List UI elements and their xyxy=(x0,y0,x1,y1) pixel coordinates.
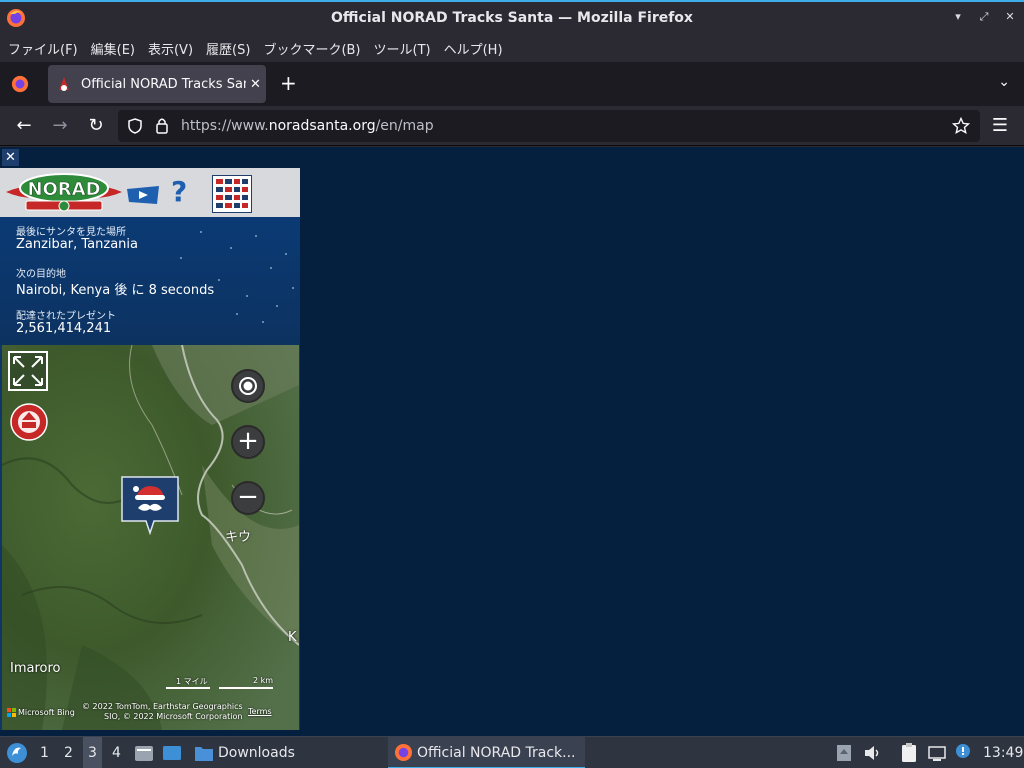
santa-location-marker[interactable] xyxy=(120,475,180,535)
copyright-line-1: © 2022 TomTom, Earthstar Geographics xyxy=(82,702,243,711)
star-icon[interactable] xyxy=(952,117,970,135)
help-icon[interactable]: ? xyxy=(171,175,187,208)
expand-icon xyxy=(13,356,43,386)
satellite-map[interactable]: + − キウ Imaroro K 1 マイル 2 km Microsoft Bi… xyxy=(2,345,299,730)
scale-miles: 1 マイル xyxy=(176,677,208,686)
back-button[interactable]: ← xyxy=(12,114,36,138)
taskbar-window-title: Official NORAD Track... xyxy=(417,745,576,761)
santa-status-info: 最後にサンタを見た場所 Zanzibar, Tanzania 次の目的地 Nai… xyxy=(0,217,300,345)
norad-logo[interactable]: NORAD xyxy=(4,170,124,214)
folder-icon[interactable] xyxy=(194,744,214,762)
forward-button[interactable]: → xyxy=(48,114,72,138)
new-tab-button[interactable]: + xyxy=(280,72,297,94)
reload-button[interactable]: ↻ xyxy=(84,114,108,138)
place-label-imaroro: Imaroro xyxy=(10,661,61,676)
zoom-in-button[interactable]: + xyxy=(231,425,265,459)
taskbar-active-window[interactable]: Official NORAD Track... xyxy=(388,737,585,768)
minimize-button[interactable]: ▾ xyxy=(952,10,964,24)
menu-bookmarks[interactable]: ブックマーク(B) xyxy=(263,39,360,58)
clipboard-tray-icon[interactable] xyxy=(836,744,852,762)
downloads-launcher[interactable]: Downloads xyxy=(218,737,295,768)
next-stop-label: 次の目的地 xyxy=(16,269,66,280)
place-label-kiu: キウ xyxy=(225,530,252,545)
panel-header: NORAD ? xyxy=(0,168,300,217)
santa-tracker-badge-icon[interactable] xyxy=(10,403,48,441)
maximize-button[interactable]: ⤢ xyxy=(978,10,990,24)
chevron-down-icon[interactable]: ⌄ xyxy=(998,74,1010,90)
games-grid-icon[interactable] xyxy=(212,175,252,213)
firefox-icon xyxy=(7,9,25,27)
presents-value: 2,561,414,241 xyxy=(16,321,112,336)
clock[interactable]: 13:49 xyxy=(983,737,1023,768)
menu-view[interactable]: 表示(V) xyxy=(148,39,193,58)
navigation-bar: ← → ↻ https://www.noradsanta.org/en/map … xyxy=(0,106,1024,146)
lock-icon[interactable] xyxy=(155,117,169,134)
copyright-line-2: SIO, © 2022 Microsoft Corporation xyxy=(104,712,243,721)
last-seen-value: Zanzibar, Tanzania xyxy=(16,237,138,252)
close-panel-button[interactable]: ✕ xyxy=(2,149,19,166)
shield-icon[interactable] xyxy=(128,118,142,134)
menu-help[interactable]: ヘルプ(H) xyxy=(444,39,503,58)
tab-norad[interactable]: Official NORAD Tracks Santa ✕ xyxy=(48,65,266,103)
file-manager-icon[interactable] xyxy=(134,743,154,763)
show-desktop-icon[interactable] xyxy=(162,743,182,763)
tab-close-icon[interactable]: ✕ xyxy=(250,77,261,92)
menu-file[interactable]: ファイル(F) xyxy=(8,39,78,58)
hamburger-menu-icon[interactable]: ☰ xyxy=(988,114,1012,138)
firefox-icon xyxy=(394,743,413,762)
menu-bar: ファイル(F) 編集(E) 表示(V) 履歴(S) ブックマーク(B) ツール(… xyxy=(0,34,1024,62)
scale-bar-km xyxy=(219,687,273,689)
workspace-2[interactable]: 2 xyxy=(64,737,73,768)
tracker-panel: NORAD ? 最後にサンタを見た場所 Zanzibar, Tanzania 次… xyxy=(0,168,300,730)
workspace-3[interactable]: 3 xyxy=(83,737,102,768)
tab-strip: Official NORAD Tracks Santa ✕ + ⌄ xyxy=(0,62,1024,106)
fullscreen-button[interactable] xyxy=(8,351,48,391)
url-bar[interactable]: https://www.noradsanta.org/en/map xyxy=(118,110,980,142)
workspace-4[interactable]: 4 xyxy=(112,737,121,768)
microsoft-logo-icon xyxy=(7,708,16,717)
firefox-view-icon[interactable] xyxy=(11,75,29,93)
volume-icon[interactable] xyxy=(864,745,882,761)
menu-tools[interactable]: ツール(T) xyxy=(374,39,431,58)
update-notification-icon[interactable] xyxy=(954,743,972,761)
network-icon[interactable] xyxy=(928,744,946,762)
next-stop-value: Nairobi, Kenya 後 に 8 seconds xyxy=(16,283,215,298)
santa-favicon-icon xyxy=(59,77,69,91)
window-titlebar: Official NORAD Tracks Santa — Mozilla Fi… xyxy=(0,0,1024,34)
scale-km: 2 km xyxy=(253,676,274,685)
close-window-button[interactable]: ✕ xyxy=(1004,10,1016,24)
bing-attribution[interactable]: Microsoft Bing xyxy=(7,708,75,717)
page-content: ✕ NORAD ? 最後にサンタを見た場所 Zanzibar, Tanzania… xyxy=(0,147,1024,736)
zoom-out-button[interactable]: − xyxy=(231,481,265,515)
taskbar: 1 2 3 4 Downloads Official NORAD Track..… xyxy=(0,736,1024,768)
url-text[interactable]: https://www.noradsanta.org/en/map xyxy=(181,118,434,134)
place-label-k: K xyxy=(288,630,297,645)
menu-edit[interactable]: 編集(E) xyxy=(91,39,135,58)
video-play-icon[interactable] xyxy=(126,186,160,204)
workspace-1[interactable]: 1 xyxy=(40,737,49,768)
window-title: Official NORAD Tracks Santa — Mozilla Fi… xyxy=(331,10,693,26)
menu-history[interactable]: 履歴(S) xyxy=(206,39,250,58)
last-seen-label: 最後にサンタを見た場所 xyxy=(16,227,126,238)
terms-link[interactable]: Terms xyxy=(248,707,272,716)
notes-tray-icon[interactable] xyxy=(900,743,918,763)
locate-santa-button[interactable] xyxy=(231,369,265,403)
presents-label: 配達されたプレゼント xyxy=(16,311,116,322)
svg-text:NORAD: NORAD xyxy=(27,179,100,200)
tab-title: Official NORAD Tracks Santa xyxy=(81,76,246,92)
target-icon xyxy=(239,377,257,395)
scale-bar-miles xyxy=(166,687,210,689)
application-launcher-icon[interactable] xyxy=(6,742,28,764)
